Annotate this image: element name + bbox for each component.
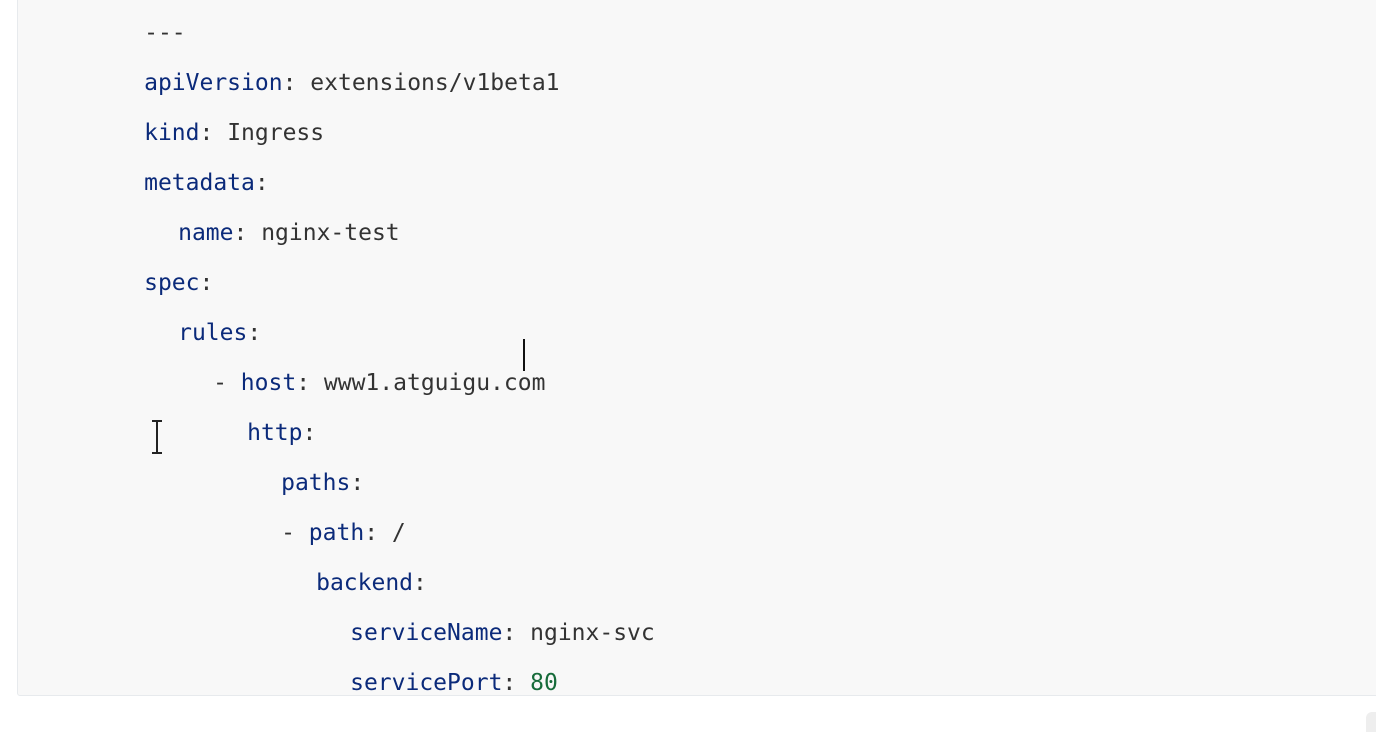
- text-caret: [523, 339, 525, 371]
- code-line-backend: backend:: [316, 570, 427, 596]
- code-line-serviceport: servicePort: 80: [350, 670, 558, 696]
- code-line-host: - host: www1.atguigu.com: [213, 370, 546, 396]
- code-line-rules: rules:: [178, 320, 262, 346]
- code-line-doc-separator: ---: [61, 0, 186, 46]
- code-line-metadata: metadata:: [144, 170, 269, 196]
- code-line-apiversion: apiVersion: extensions/v1beta1: [144, 70, 560, 96]
- code-line-spec: spec:: [144, 270, 214, 296]
- yaml-value: nginx-test: [261, 220, 400, 246]
- code-line-paths: paths:: [281, 470, 365, 496]
- yaml-number-value: 80: [530, 670, 558, 696]
- code-block[interactable]: --- apiVersion: extensions/v1beta1 kind:…: [17, 0, 1376, 696]
- corner-resize-handle: [1366, 712, 1376, 732]
- yaml-value: extensions/v1beta1: [310, 70, 560, 96]
- code-line-http: http:: [247, 420, 317, 446]
- code-line-kind: kind: Ingress: [144, 120, 325, 146]
- ibeam-cursor-icon: [152, 420, 162, 454]
- yaml-value: www1.atguigu.com: [323, 370, 546, 396]
- yaml-key: servicePort: [350, 670, 503, 696]
- code-line-servicename: serviceName: nginx-svc: [350, 620, 655, 646]
- code-line-name: name: nginx-test: [178, 220, 400, 246]
- code-line-path: - path: /: [281, 520, 406, 546]
